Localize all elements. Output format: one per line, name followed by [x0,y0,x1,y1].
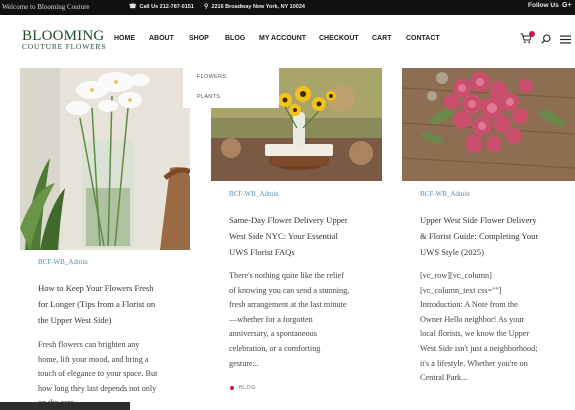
excerpt-line: how long they last depends not only [38,383,157,393]
site-logo[interactable]: BLOOMING COUTURE FLOWERS [22,29,106,51]
excerpt-line: Central Park... [420,373,468,383]
nav-cart[interactable]: CART [372,35,391,42]
nav-blog[interactable]: BLOG [225,35,245,42]
excerpt-line: fresh arrangement at the last minute [229,300,347,310]
address-text: 2216 Broadway New York, NY 10024 [211,4,305,10]
excerpt-line: [vc_column_text css=""] [420,285,502,295]
title-line: UWS Style (2025) [420,247,484,257]
nav-shop[interactable]: SHOP [189,35,209,42]
title-line: for Longer (Tips from a Florist on [38,299,156,309]
excerpt-line: touch of elegance to your space. But [38,369,158,379]
excerpt-line: local florists, we know the Upper [420,329,530,339]
title-line: Upper West Side Flower Delivery [420,215,537,225]
shop-dropdown-menu: FLOWERS PLANTS [183,66,279,108]
excerpt-line: celebration, or a comforting [229,343,321,353]
nav-checkout[interactable]: CHECKOUT [319,35,359,42]
welcome-text: Welcome to Blooming Couture [2,3,90,11]
site-header: BLOOMING COUTURE FLOWERS HOME ABOUT SHOP… [0,15,575,67]
title-line: UWS Florist FAQs [229,247,295,257]
google-plus-icon[interactable]: G+ [562,2,572,9]
post-title[interactable]: Upper West Side Flower Delivery & Floris… [420,212,538,260]
post-title[interactable]: How to Keep Your Flowers Fresh for Longe… [38,280,155,328]
nav-my-account[interactable]: MY ACCOUNT [259,35,306,42]
post-category[interactable]: BLOG [239,385,256,391]
post-image[interactable] [402,68,575,181]
phone-icon: ☎ [129,4,137,10]
post-author[interactable]: BCF-WB_Admin [229,190,279,198]
excerpt-line: anniversary, a spontaneous [229,329,317,339]
excerpt-line: —whether for a forgotten [229,314,313,324]
title-line: West Side NYC: Your Essential [229,231,338,241]
blog-post-card: BCF-WB_Admin How to Keep Your Flowers Fr… [20,68,190,410]
post-author[interactable]: BCF-WB_Admin [420,190,470,198]
post-excerpt: There's nothing quite like the relief of… [229,269,349,371]
title-line: How to Keep Your Flowers Fresh [38,283,154,293]
post-excerpt: [vc_row][vc_column] [vc_column_text css=… [420,269,537,386]
excerpt-line: Owner Hello neighbor! As your [420,314,525,324]
category-dot-icon [230,386,234,390]
logo-title: BLOOMING [22,28,105,44]
post-image[interactable] [20,68,190,250]
excerpt-line: West Side isn't just a neighborhood; [420,343,538,353]
nav-home[interactable]: HOME [114,35,135,42]
bottom-bar [0,402,130,410]
nav-about[interactable]: ABOUT [149,35,174,42]
search-icon[interactable] [541,34,551,44]
excerpt-line: gesture... [229,358,259,368]
excerpt-line: home, lift your mood, and bring a [38,354,149,364]
hamburger-menu-icon[interactable] [560,35,571,44]
nav-contact[interactable]: CONTACT [406,35,440,42]
address-contact[interactable]: ⚲ 2216 Broadway New York, NY 10024 [204,3,305,10]
title-line: the Upper West Side) [38,315,112,325]
phone-text: Call Us 212-787-0151 [139,4,194,10]
excerpt-line: [vc_row][vc_column] [420,271,492,280]
location-pin-icon: ⚲ [204,4,209,10]
post-title[interactable]: Same-Day Flower Delivery Upper West Side… [229,212,348,260]
title-line: Same-Day Flower Delivery Upper [229,215,348,225]
post-excerpt: Fresh flowers can brighten any home, lif… [38,338,157,410]
logo-subtitle: COUTURE FLOWERS [22,42,107,51]
post-author[interactable]: BCF-WB_Admin [38,258,88,266]
top-bar: Welcome to Blooming Couture ☎ Call Us 212… [0,0,575,15]
blog-post-card: BCF-WB_Admin Same-Day Flower Delivery Up… [211,68,382,410]
dropdown-item-flowers[interactable]: FLOWERS [197,74,226,80]
excerpt-line: Fresh flowers can brighten any [38,340,140,349]
title-line: & Florist Guide: Completing Your [420,231,539,241]
follow-us-label: Follow Us [528,2,559,9]
cart-count-badge [529,31,535,37]
excerpt-line: There's nothing quite like the relief [229,271,344,280]
excerpt-line: it's a lifestyle. Whether you're on [420,358,528,368]
dropdown-item-plants[interactable]: PLANTS [197,94,220,100]
blog-post-card: BCF-WB_Admin Upper West Side Flower Deli… [402,68,575,410]
phone-contact[interactable]: ☎ Call Us 212-787-0151 [129,3,194,10]
excerpt-line: Introduction: A Note from the [420,300,518,310]
excerpt-line: of knowing you can send a stunning, [229,285,350,295]
